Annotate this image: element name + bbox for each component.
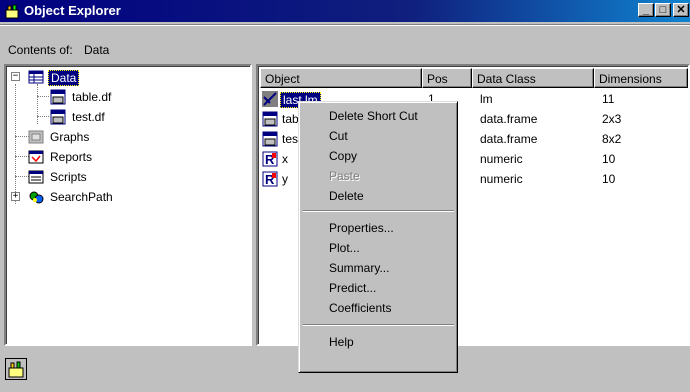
scripts-icon [28,170,44,184]
tree-item-label: Reports [50,150,93,164]
object-class: numeric [480,172,523,186]
data-frame-icon [262,111,278,127]
tree-line [15,136,29,137]
object-class: data.frame [480,112,538,126]
object-name: tes [282,132,299,146]
object-dimensions: 2x3 [602,112,622,126]
column-header-data-class[interactable]: Data Class [472,68,594,88]
tree-item-label: Scripts [50,170,87,184]
menu-separator [303,210,454,212]
searchpath-icon [29,191,44,204]
window-title: Object Explorer [24,3,121,18]
menu-item-help[interactable]: Help [302,332,455,352]
status-explorer-icon[interactable] [5,358,27,380]
object-class: numeric [480,152,523,166]
data-frame-icon [50,109,66,125]
contents-label: Contents of: [8,43,73,57]
object-class: data.frame [480,132,538,146]
tree-item-reports[interactable]: Reports [28,148,148,166]
menu-item-predict[interactable]: Predict... [302,278,455,298]
tree-item-label: SearchPath [50,190,113,204]
column-header-pos[interactable]: Pos [422,68,472,88]
object-dimensions: 10 [602,152,616,166]
tree-item-label: test.df [72,110,105,124]
object-name: x [282,152,288,166]
collapse-data-toggle[interactable]: − [11,72,20,81]
tree-item-test-df[interactable]: test.df [50,108,170,126]
expand-searchpath-toggle[interactable]: + [11,192,20,201]
tree-line [37,96,49,97]
contents-bar: Contents of: Data [0,34,690,58]
menu-item-plot[interactable]: Plot... [302,238,455,258]
object-name: y [282,172,288,186]
contents-value: Data [84,43,110,57]
tree-item-label: Graphs [50,130,90,144]
menu-item-paste[interactable]: Paste [302,166,455,186]
tree-item-label: table.df [72,90,112,104]
object-explorer-icon [5,4,19,19]
vector-icon: R [262,171,278,187]
tree-line [37,116,49,117]
tree-line [37,84,38,124]
object-name: tab [282,112,299,126]
tree-item-scripts[interactable]: Scripts [28,168,148,186]
menu-item-delete-short-cut[interactable]: Delete Short Cut [302,106,455,126]
menu-separator [303,324,454,326]
menu-separator [0,24,690,26]
context-menu: Delete Short Cut Cut Copy Paste Delete P… [298,101,458,373]
menu-item-coefficients[interactable]: Coefficients [302,298,455,318]
tree-item-label: Data [48,70,80,86]
data-folder-icon [28,70,44,84]
tree-item-data[interactable]: Data [28,68,148,86]
vector-icon: R [262,151,278,167]
tree-item-table-df[interactable]: table.df [50,88,170,106]
tree-line [15,156,29,157]
menu-item-delete[interactable]: Delete [302,186,455,206]
tree-item-searchpath[interactable]: SearchPath [28,188,148,206]
object-dimensions: 10 [602,172,616,186]
menu-item-properties[interactable]: Properties... [302,218,455,238]
tree-pane[interactable]: − Data table.df test.df Graphs Reports S… [4,64,252,346]
object-dimensions: 11 [602,92,615,106]
tree-line [15,176,29,177]
object-dimensions: 8x2 [602,132,622,146]
graphs-icon [28,130,44,144]
tree-item-graphs[interactable]: Graphs [28,128,148,146]
menu-item-cut[interactable]: Cut [302,126,455,146]
menu-item-copy[interactable]: Copy [302,146,455,166]
model-icon [262,91,278,107]
close-button[interactable]: ✕ [673,3,689,17]
reports-icon [28,150,44,164]
data-frame-icon [262,131,278,147]
minimize-button[interactable]: _ [638,3,654,17]
data-frame-icon [50,89,66,105]
column-header-object[interactable]: Object [260,68,422,88]
maximize-button[interactable]: □ [655,3,671,17]
menu-item-summary[interactable]: Summary... [302,258,455,278]
title-bar[interactable]: Object Explorer _ □ ✕ [0,0,690,22]
column-header-dimensions[interactable]: Dimensions [594,68,688,88]
tree-line [15,84,16,204]
object-class: lm [480,92,493,106]
